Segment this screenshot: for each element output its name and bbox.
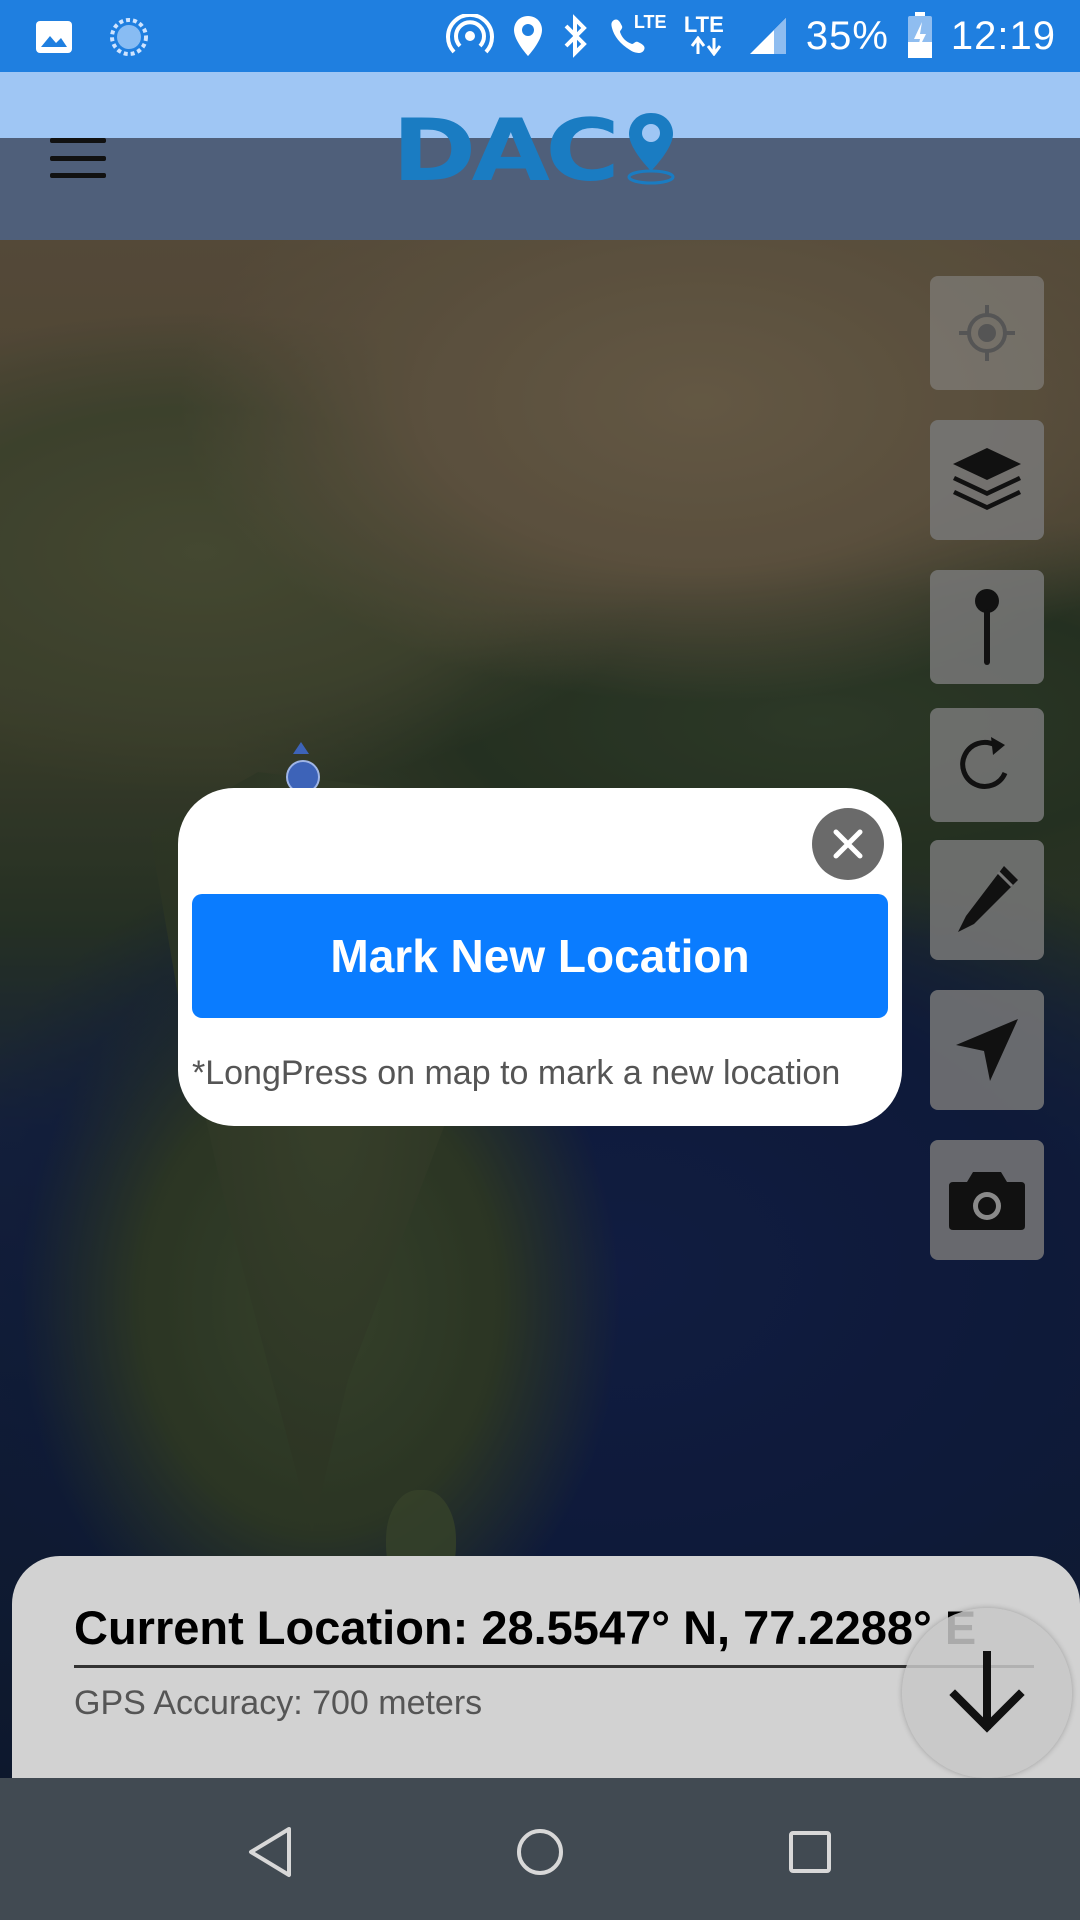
back-icon [249,1827,291,1877]
close-button[interactable] [812,808,884,880]
recents-button[interactable] [770,1812,850,1892]
map-pin-icon [623,111,679,192]
volte-call-icon: LTE [608,12,667,58]
user-heading-icon [293,742,309,754]
lte-label-2: LTE [683,12,724,37]
clock: 12:19 [950,13,1056,58]
mark-new-location-button[interactable]: Mark New Location [192,894,888,1018]
battery-charging-icon [907,12,933,60]
pin-icon [975,589,999,665]
system-nav-bar [0,1778,1080,1920]
draw-button[interactable] [930,840,1044,960]
hamburger-menu-icon[interactable] [50,138,106,178]
signal-icon [748,16,788,56]
navigation-arrow-icon [956,1019,1018,1081]
refresh-icon [960,737,1008,789]
crosshair-icon [959,305,1015,361]
lte-label: LTE [633,12,667,32]
longpress-hint: *LongPress on map to mark a new location [192,1054,841,1092]
bluetooth-icon [562,14,590,58]
pin-button[interactable] [930,570,1044,684]
mark-location-dialog: Mark New Location *LongPress on map to m… [178,788,902,1126]
collapse-panel-button[interactable] [902,1608,1072,1778]
status-bar: LTE LTE 35% 12:19 [0,0,1080,72]
home-button[interactable] [500,1812,580,1892]
lte-signal-icon: LTE [683,12,730,58]
current-location-text: Current Location: 28.5547° N, 77.2288° E [74,1600,1034,1668]
arrow-down-icon [949,1651,1025,1733]
recents-icon [789,1831,831,1873]
close-icon [833,829,863,859]
app-header: DAC [0,72,1080,240]
camera-button[interactable] [930,1140,1044,1260]
back-button[interactable] [230,1812,310,1892]
layers-button[interactable] [930,420,1044,540]
pencil-icon [958,866,1018,932]
home-icon [517,1829,563,1875]
navigate-button[interactable] [930,990,1044,1110]
camera-icon [949,1172,1025,1230]
hotspot-icon [445,14,494,58]
battery-percent: 35% [805,13,889,58]
layers-icon [953,448,1021,510]
refresh-button[interactable] [930,708,1044,822]
location-icon [512,14,544,58]
image-icon [34,17,74,57]
sync-icon [108,16,150,58]
app-logo: DAC [392,108,679,194]
my-location-button[interactable] [930,276,1044,390]
gps-accuracy-text: GPS Accuracy: 700 meters [74,1684,483,1722]
logo-text: DAC [392,101,620,201]
